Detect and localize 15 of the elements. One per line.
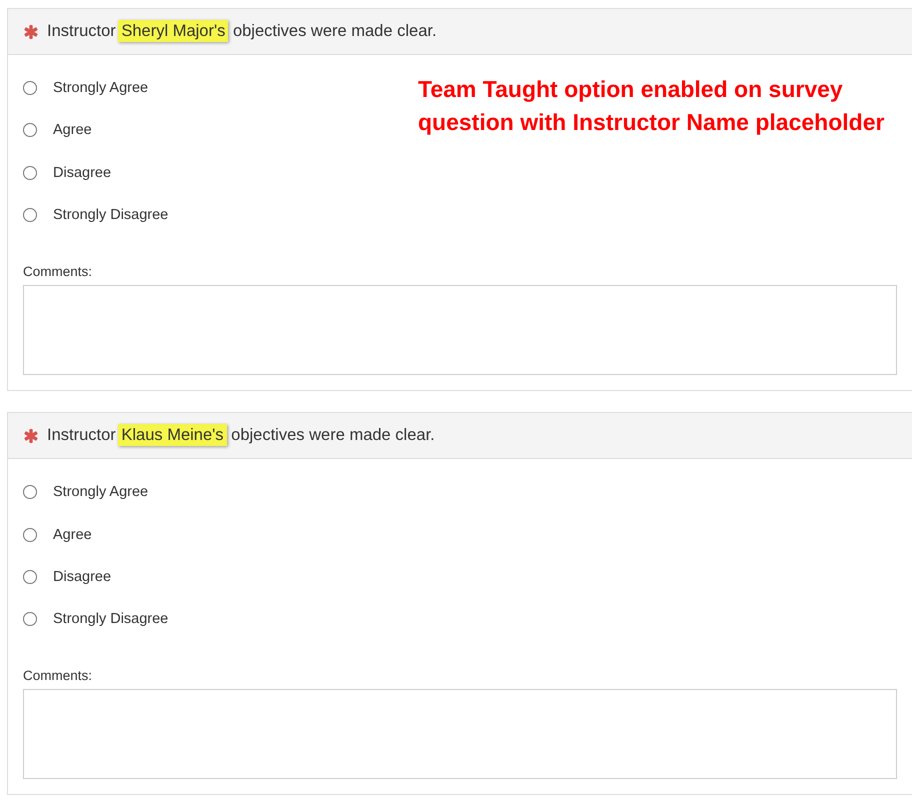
question-text: Instructor Klaus Meine's objectives were made clear. [47, 426, 435, 446]
radio-option[interactable]: Strongly Agree [23, 471, 148, 514]
radio-option[interactable]: Agree [23, 513, 92, 556]
radio-option[interactable]: Disagree [23, 556, 112, 598]
comments-label: Comments: [23, 668, 94, 684]
question-text: Instructor Sheryl Major's objectives were made clear. [47, 22, 437, 41]
comments-field[interactable] [23, 689, 897, 780]
radio-option[interactable]: Disagree [23, 152, 112, 194]
radio-option[interactable]: Strongly Agree [23, 67, 148, 110]
radio-option[interactable]: Strongly Disagree [23, 598, 168, 640]
comments-field[interactable] [23, 285, 897, 376]
comments-label: Comments: [23, 264, 94, 280]
annotation-text: Team Taught option enabled on survey question with Instructor Name placeholder [418, 75, 884, 137]
radio-option[interactable]: Agree [23, 109, 92, 152]
radio-option[interactable]: Strongly Disagree [23, 194, 168, 236]
